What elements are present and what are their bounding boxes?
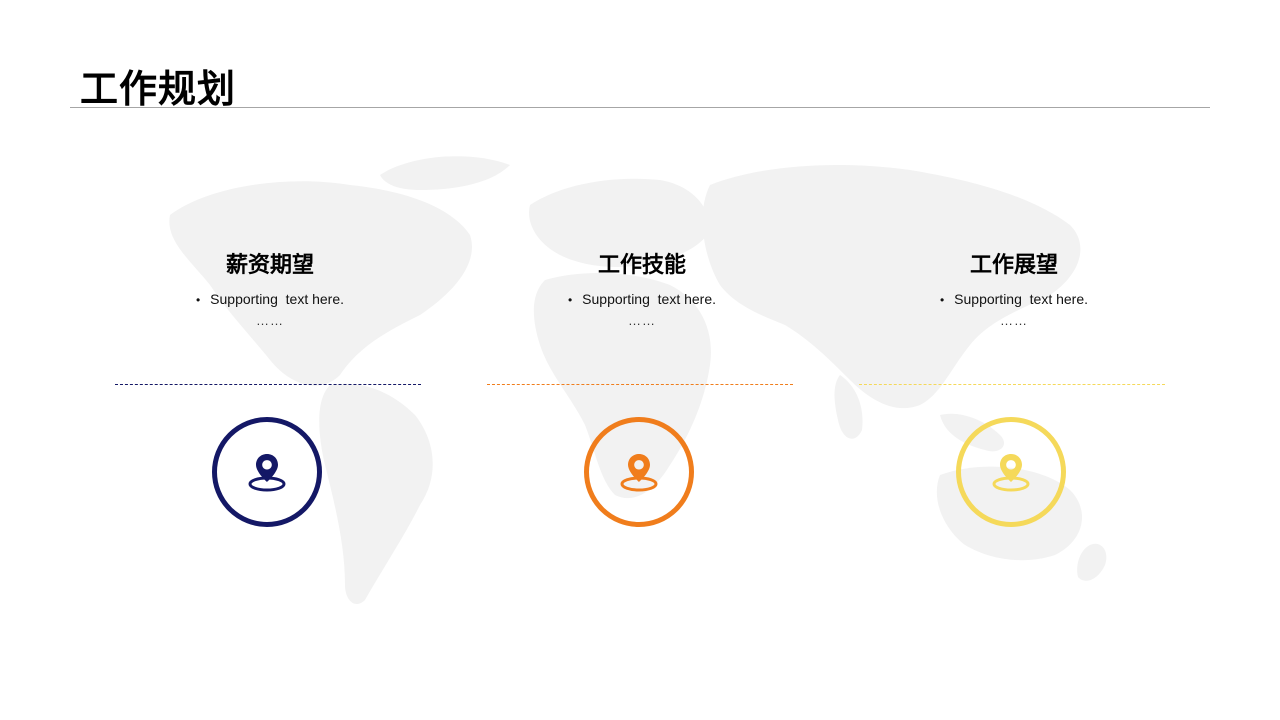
location-pin-icon xyxy=(992,454,1030,492)
dashed-divider xyxy=(115,384,421,385)
dashed-divider xyxy=(487,384,793,385)
plan-column-skills: 工作技能 • Supporting text here. …… xyxy=(487,0,797,720)
column-bullet: • Supporting text here. xyxy=(859,291,1169,307)
location-pin-badge xyxy=(212,417,322,527)
column-ellipsis: …… xyxy=(628,313,656,328)
bullet-dot-icon: • xyxy=(567,293,573,307)
bullet-dot-icon: • xyxy=(939,293,945,307)
column-heading: 工作技能 xyxy=(597,253,686,278)
location-pin-icon xyxy=(248,454,286,492)
column-bullet: • Supporting text here. xyxy=(115,291,425,307)
bullet-text: Supporting text here. xyxy=(582,291,717,307)
location-pin-icon xyxy=(620,454,658,492)
dashed-divider xyxy=(859,384,1165,385)
column-ellipsis: …… xyxy=(1000,313,1028,328)
column-heading: 薪资期望 xyxy=(225,253,314,278)
bullet-dot-icon: • xyxy=(195,293,201,307)
bullet-text: Supporting text here. xyxy=(954,291,1089,307)
column-bullet: • Supporting text here. xyxy=(487,291,797,307)
plan-column-outlook: 工作展望 • Supporting text here. …… xyxy=(859,0,1169,720)
plan-column-salary: 薪资期望 • Supporting text here. …… xyxy=(115,0,425,720)
column-heading: 工作展望 xyxy=(969,253,1058,278)
column-ellipsis: …… xyxy=(256,313,284,328)
location-pin-badge xyxy=(956,417,1066,527)
bullet-text: Supporting text here. xyxy=(210,291,345,307)
location-pin-badge xyxy=(584,417,694,527)
